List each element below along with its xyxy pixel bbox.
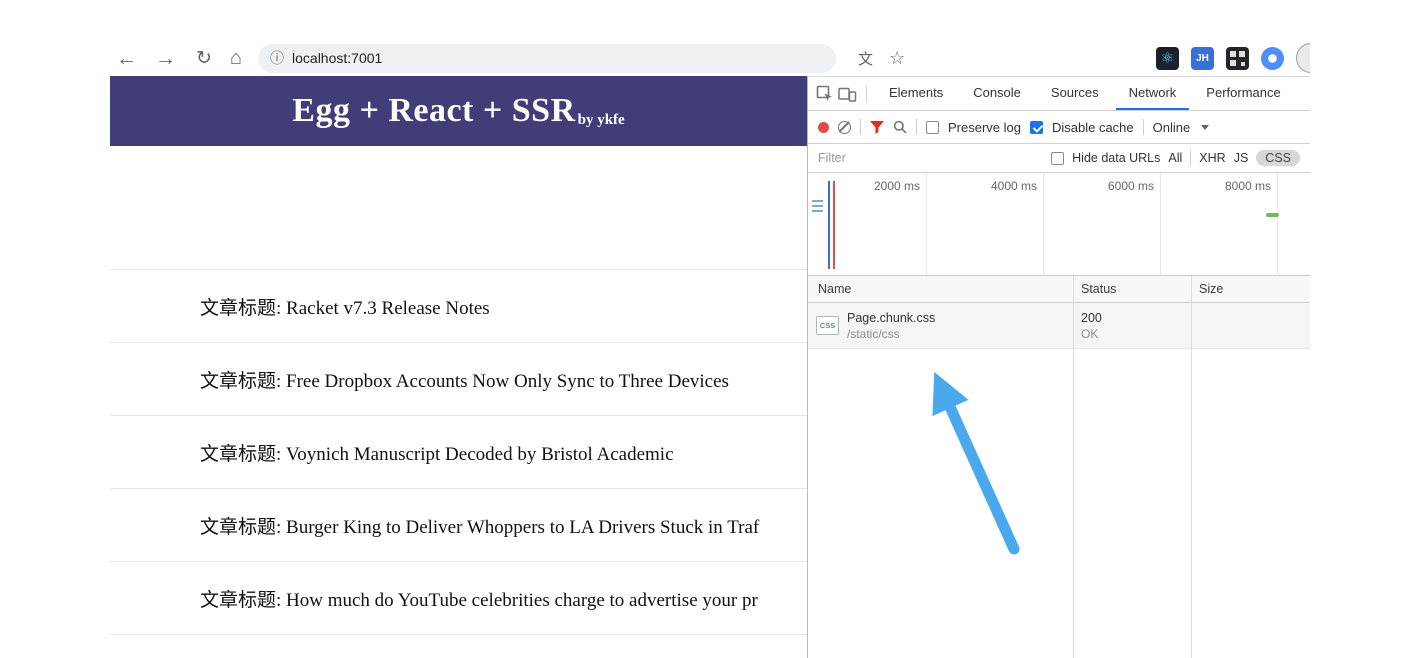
throttling-select[interactable]: Online [1153,120,1191,135]
timeline-gridline [1043,173,1044,275]
timeline-gridline [1277,173,1278,275]
clear-icon[interactable] [838,120,851,134]
tab-sources[interactable]: Sources [1038,77,1112,110]
divider [1142,119,1144,135]
request-path: /static/css [847,326,900,341]
disable-cache-checkbox[interactable] [1029,120,1043,134]
request-name-cell: CSS Page.chunk.css /static/css [808,303,1073,348]
css-request-bar [1266,213,1279,217]
network-request-row[interactable]: CSS Page.chunk.css /static/css 200 OK [808,303,1310,349]
tab-label: Sources [1050,85,1099,100]
timeline-gridline [926,173,927,275]
timeline-gridline [1160,173,1161,275]
search-icon[interactable] [893,120,907,134]
list-top-spacer [110,146,807,270]
blue-extension-icon[interactable] [1261,46,1284,70]
timeline-tick-label: 6000 ms [1107,179,1154,193]
address-bar[interactable]: ⓘ localhost:7001 [258,43,837,73]
divider [916,119,917,135]
jh-extension-icon[interactable]: JH [1191,46,1214,70]
column-divider [1191,276,1192,658]
load-event-marker [833,181,835,269]
tab-label: Network [1128,85,1177,100]
browser-toolbar: ← → ↻ ⌂ ⓘ localhost:7001 文 ☆ ⚛ JH [110,40,1310,76]
article-row[interactable]: 文章标题: How much do YouTube celebrities ch… [110,562,807,635]
filter-funnel-icon[interactable] [870,120,884,134]
screenshot-canvas: ← → ↻ ⌂ ⓘ localhost:7001 文 ☆ ⚛ JH Egg + … [0,0,1418,658]
hide-data-urls-label[interactable]: Hide data URLs [1072,151,1160,165]
qr-extension-icon[interactable] [1226,46,1249,70]
network-toolbar: Preserve log Disable cache Online [808,111,1310,144]
record-button[interactable] [818,121,829,133]
url-text: localhost:7001 [292,50,383,66]
request-status-cell: 200 OK [1073,303,1191,348]
network-filter-bar: Hide data URLs All XHR JS CSS [808,144,1310,173]
tab-network[interactable]: Network [1115,77,1190,110]
article-title: 文章标题: Burger King to Deliver Whoppers to… [200,516,760,538]
request-name: Page.chunk.css [847,310,936,325]
page-byline: by ykfe [577,111,625,128]
divider [1190,150,1192,166]
network-request-table: Name Status Size CSS Page.chunk.css /sta… [808,276,1310,658]
forward-button[interactable]: → [155,48,176,69]
devtools-panel: Elements Console Sources Network Perform… [807,76,1310,658]
divider [860,119,861,135]
tab-label: Performance [1206,85,1281,100]
article-row[interactable]: 文章标题: Burger King to Deliver Whoppers to… [110,489,807,562]
request-size-cell [1191,303,1310,348]
filter-type-js[interactable]: JS [1234,151,1249,165]
column-divider [1073,276,1074,658]
network-overview-timeline[interactable]: 2000 ms 4000 ms 6000 ms 8000 ms [808,173,1310,276]
article-list: 文章标题: Racket v7.3 Release Notes 文章标题: Fr… [110,146,807,635]
divider [866,85,867,102]
devtools-tab-bar: Elements Console Sources Network Perform… [808,77,1310,111]
react-devtools-extension-icon[interactable]: ⚛ [1156,46,1179,70]
request-bars-icon [812,200,823,212]
tab-label: Console [973,85,1021,100]
filter-type-xhr[interactable]: XHR [1199,151,1225,165]
article-row[interactable]: 文章标题: Racket v7.3 Release Notes [110,270,807,343]
timeline-tick-label: 2000 ms [873,179,920,193]
preserve-log-checkbox[interactable] [926,120,939,134]
tab-elements[interactable]: Elements [876,77,956,110]
domcontentloaded-marker [828,181,830,269]
status-code: 200 [1081,310,1102,325]
timeline-tick-label: 8000 ms [1224,179,1271,193]
tab-label: Elements [889,85,944,100]
status-text: OK [1081,326,1099,341]
timeline-tick-label: 4000 ms [990,179,1037,193]
tab-performance[interactable]: Performance [1193,77,1293,110]
css-file-icon: CSS [816,316,839,335]
filter-input[interactable] [818,151,968,165]
page-info-icon[interactable]: ⓘ [270,48,284,68]
translate-icon[interactable]: 文 [858,48,873,69]
article-title: 文章标题: Voynich Manuscript Decoded by Bris… [200,443,674,465]
inspect-element-icon[interactable] [816,85,834,103]
page-header: Egg + React + SSR by ykfe [110,76,807,146]
article-title: 文章标题: Racket v7.3 Release Notes [200,297,490,319]
column-header-status[interactable]: Status [1073,282,1191,296]
device-toolbar-icon[interactable] [838,86,857,102]
column-header-size[interactable]: Size [1191,282,1310,296]
page-title: Egg + React + SSR [292,92,576,129]
profile-avatar[interactable] [1296,43,1310,73]
hide-data-urls-checkbox[interactable] [1051,151,1065,165]
article-row[interactable]: 文章标题: Voynich Manuscript Decoded by Bris… [110,416,807,489]
reload-button[interactable]: ↻ [196,49,212,68]
back-button[interactable]: ← [116,48,137,69]
article-title: 文章标题: How much do YouTube celebrities ch… [200,589,758,611]
article-row[interactable]: 文章标题: Free Dropbox Accounts Now Only Syn… [110,343,807,416]
filter-type-all[interactable]: All [1168,151,1182,165]
dropdown-caret-icon [1201,124,1210,130]
table-header-row: Name Status Size [808,276,1310,303]
column-header-name[interactable]: Name [808,282,1073,296]
home-button[interactable]: ⌂ [230,48,242,68]
preserve-log-label[interactable]: Preserve log [948,120,1021,135]
disable-cache-label[interactable]: Disable cache [1052,120,1134,135]
tab-console[interactable]: Console [960,77,1034,110]
bookmark-star-icon[interactable]: ☆ [889,48,905,69]
filter-type-css-active[interactable]: CSS [1256,150,1300,166]
article-title: 文章标题: Free Dropbox Accounts Now Only Syn… [200,370,729,392]
